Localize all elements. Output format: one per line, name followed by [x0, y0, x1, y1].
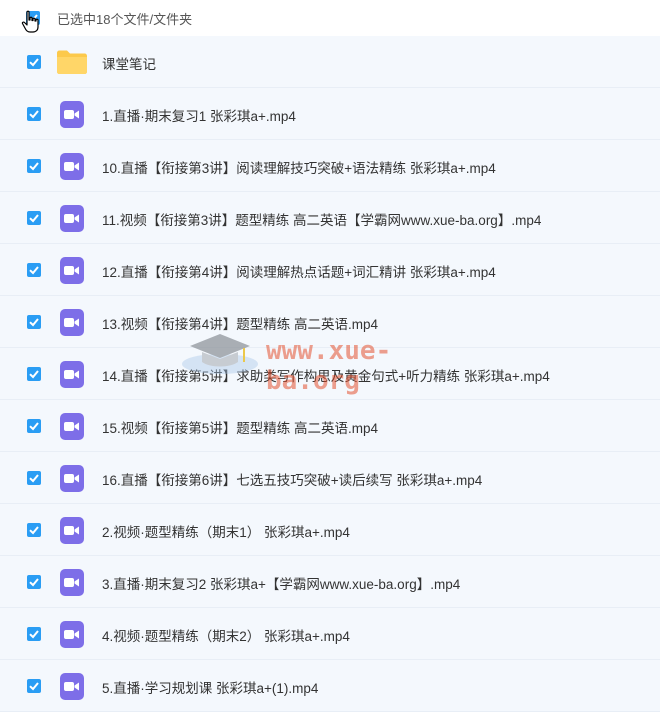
list-item-file[interactable]: 14.直播【衔接第5讲】求助类写作构思及黄金句式+听力精练 张彩琪a+.mp4: [0, 348, 660, 400]
file-name[interactable]: 12.直播【衔接第4讲】阅读理解热点话题+词汇精讲 张彩琪a+.mp4: [102, 261, 496, 281]
video-file-icon: [60, 153, 84, 180]
checkmark-icon: [29, 422, 39, 431]
video-file-icon: [60, 205, 84, 232]
row-checkbox[interactable]: [27, 575, 41, 589]
folder-icon: [57, 50, 87, 74]
row-checkbox[interactable]: [27, 367, 41, 381]
row-checkbox[interactable]: [27, 211, 41, 225]
file-list: 课堂笔记 1.直播·期末复习1 张彩琪a+.mp4 10.直播【衔接第3讲】阅读…: [0, 36, 660, 712]
row-checkbox[interactable]: [27, 107, 41, 121]
row-checkbox[interactable]: [27, 263, 41, 277]
file-name[interactable]: 1.直播·期末复习1 张彩琪a+.mp4: [102, 105, 296, 125]
video-file-icon: [60, 413, 84, 440]
hand-cursor-icon: [21, 10, 39, 33]
video-file-icon: [60, 673, 84, 700]
video-file-icon: [60, 517, 84, 544]
checkmark-icon: [29, 318, 39, 327]
checkmark-icon: [29, 682, 39, 691]
checkmark-icon: [29, 474, 39, 483]
video-file-icon: [60, 621, 84, 648]
list-item-file[interactable]: 2.视频·题型精练（期末1） 张彩琪a+.mp4: [0, 504, 660, 556]
row-checkbox[interactable]: [27, 159, 41, 173]
list-item-file[interactable]: 1.直播·期末复习1 张彩琪a+.mp4: [0, 88, 660, 140]
list-item-file[interactable]: 16.直播【衔接第6讲】七选五技巧突破+读后续写 张彩琪a+.mp4: [0, 452, 660, 504]
video-file-icon: [60, 361, 84, 388]
checkmark-icon: [29, 370, 39, 379]
list-item-file[interactable]: 4.视频·题型精练（期末2） 张彩琪a+.mp4: [0, 608, 660, 660]
list-item-file[interactable]: 15.视频【衔接第5讲】题型精练 高二英语.mp4: [0, 400, 660, 452]
file-name[interactable]: 11.视频【衔接第3讲】题型精练 高二英语【学霸网www.xue-ba.org】…: [102, 209, 541, 229]
list-item-file[interactable]: 12.直播【衔接第4讲】阅读理解热点话题+词汇精讲 张彩琪a+.mp4: [0, 244, 660, 296]
video-file-icon: [60, 569, 84, 596]
file-name[interactable]: 课堂笔记: [102, 53, 156, 73]
video-file-icon: [60, 309, 84, 336]
video-file-icon: [60, 257, 84, 284]
row-checkbox[interactable]: [27, 419, 41, 433]
video-file-icon: [60, 101, 84, 128]
list-item-file[interactable]: 3.直播·期末复习2 张彩琪a+【学霸网www.xue-ba.org】.mp4: [0, 556, 660, 608]
file-name[interactable]: 13.视频【衔接第4讲】题型精练 高二英语.mp4: [102, 313, 378, 333]
checkmark-icon: [29, 266, 39, 275]
checkmark-icon: [29, 630, 39, 639]
file-name[interactable]: 15.视频【衔接第5讲】题型精练 高二英语.mp4: [102, 417, 378, 437]
file-name[interactable]: 14.直播【衔接第5讲】求助类写作构思及黄金句式+听力精练 张彩琪a+.mp4: [102, 365, 550, 385]
list-item-folder[interactable]: 课堂笔记: [0, 36, 660, 88]
row-checkbox[interactable]: [27, 55, 41, 69]
selection-header: 已选中18个文件/文件夹: [0, 0, 660, 36]
file-name[interactable]: 16.直播【衔接第6讲】七选五技巧突破+读后续写 张彩琪a+.mp4: [102, 469, 482, 489]
video-file-icon: [60, 465, 84, 492]
checkmark-icon: [29, 526, 39, 535]
row-checkbox[interactable]: [27, 523, 41, 537]
checkmark-icon: [29, 58, 39, 67]
checkmark-icon: [29, 110, 39, 119]
row-checkbox[interactable]: [27, 679, 41, 693]
file-name[interactable]: 5.直播·学习规划课 张彩琪a+(1).mp4: [102, 677, 318, 697]
list-item-file[interactable]: 10.直播【衔接第3讲】阅读理解技巧突破+语法精练 张彩琪a+.mp4: [0, 140, 660, 192]
list-item-file[interactable]: 5.直播·学习规划课 张彩琪a+(1).mp4: [0, 660, 660, 712]
checkmark-icon: [29, 162, 39, 171]
selection-summary: 已选中18个文件/文件夹: [57, 12, 193, 27]
list-item-file[interactable]: 13.视频【衔接第4讲】题型精练 高二英语.mp4: [0, 296, 660, 348]
row-checkbox[interactable]: [27, 627, 41, 641]
checkmark-icon: [29, 578, 39, 587]
checkmark-icon: [29, 214, 39, 223]
list-item-file[interactable]: 11.视频【衔接第3讲】题型精练 高二英语【学霸网www.xue-ba.org】…: [0, 192, 660, 244]
row-checkbox[interactable]: [27, 471, 41, 485]
file-name[interactable]: 10.直播【衔接第3讲】阅读理解技巧突破+语法精练 张彩琪a+.mp4: [102, 157, 496, 177]
file-name[interactable]: 3.直播·期末复习2 张彩琪a+【学霸网www.xue-ba.org】.mp4: [102, 573, 460, 593]
file-name[interactable]: 2.视频·题型精练（期末1） 张彩琪a+.mp4: [102, 521, 350, 541]
file-name[interactable]: 4.视频·题型精练（期末2） 张彩琪a+.mp4: [102, 625, 350, 645]
row-checkbox[interactable]: [27, 315, 41, 329]
